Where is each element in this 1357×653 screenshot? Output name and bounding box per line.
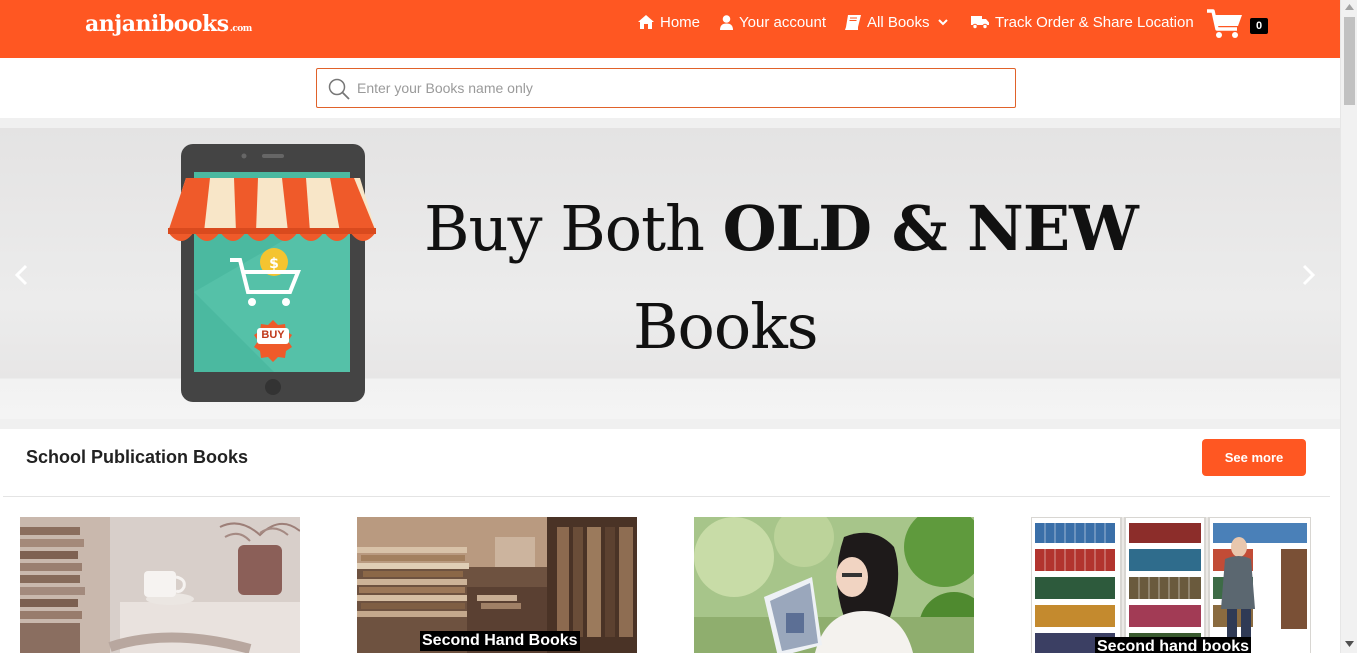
shopping-cart-icon	[1207, 9, 1242, 38]
nav-home[interactable]: Home	[638, 12, 700, 32]
school-publication-section: School Publication Books See more Second…	[0, 429, 1340, 653]
banner-headline-bold: OLD & NEW	[722, 192, 1139, 265]
nav-home-label: Home	[660, 13, 701, 31]
site-logo[interactable]: anjanibooks.com	[85, 11, 252, 37]
shop-tablet-illustration: $	[168, 144, 376, 402]
nav-all-books[interactable]: All Books	[845, 12, 948, 32]
nav-all-books-label: All Books	[867, 13, 930, 31]
cart-count-badge: 0	[1250, 18, 1268, 34]
nav-track-order-label: Track Order & Share Location	[995, 13, 1194, 31]
cart-button[interactable]	[1206, 8, 1244, 45]
banner-headline-line1: Buy Both OLD & NEW	[424, 192, 1139, 265]
user-icon	[720, 14, 733, 30]
buy-badge-text: BUY	[261, 329, 285, 341]
card-image	[1031, 517, 1311, 653]
search-bar-area	[0, 58, 1340, 118]
banner-headline-regular: Buy Both	[424, 192, 723, 265]
hero-banner: $ BUY Buy Both OLD & NEW Books	[0, 128, 1340, 419]
card-image	[20, 517, 300, 653]
nav-track-order[interactable]: Track Order & Share Location	[971, 12, 1194, 32]
carousel-prev-icon[interactable]	[14, 264, 28, 286]
banner-headline-line2: Books	[633, 290, 819, 363]
search-box	[316, 68, 1016, 108]
book-card[interactable]	[20, 517, 300, 653]
svg-text:$: $	[269, 256, 279, 272]
card-image	[694, 517, 974, 653]
carousel-next-icon[interactable]	[1302, 264, 1316, 286]
truck-icon	[971, 16, 989, 29]
page-scrollbar[interactable]	[1340, 0, 1357, 653]
scrollbar-thumb[interactable]	[1344, 17, 1355, 105]
see-more-button[interactable]: See more	[1202, 439, 1306, 476]
search-icon	[328, 78, 350, 100]
logo-text: anjanibooks	[85, 11, 229, 37]
book-card[interactable]: Second hand books	[1031, 517, 1311, 653]
home-icon	[638, 15, 654, 29]
nav-your-account[interactable]: Your account	[720, 12, 826, 32]
logo-suffix: .com	[229, 24, 253, 34]
chevron-down-icon	[937, 18, 948, 25]
page: anjanibooks.com Home Your account All Bo…	[0, 0, 1357, 653]
search-input[interactable]	[357, 76, 997, 100]
book-card[interactable]	[694, 517, 974, 653]
card-caption: Second Hand Books	[420, 631, 580, 651]
top-navbar: anjanibooks.com Home Your account All Bo…	[0, 0, 1340, 58]
scroll-up-icon[interactable]	[1345, 4, 1354, 10]
scroll-down-icon[interactable]	[1345, 641, 1354, 647]
section-title: School Publication Books	[26, 447, 249, 467]
book-card[interactable]: Second Hand Books	[357, 517, 637, 653]
section-divider	[3, 496, 1330, 497]
nav-your-account-label: Your account	[739, 13, 827, 31]
card-caption: Second hand books	[1095, 637, 1252, 653]
book-icon	[845, 14, 861, 30]
